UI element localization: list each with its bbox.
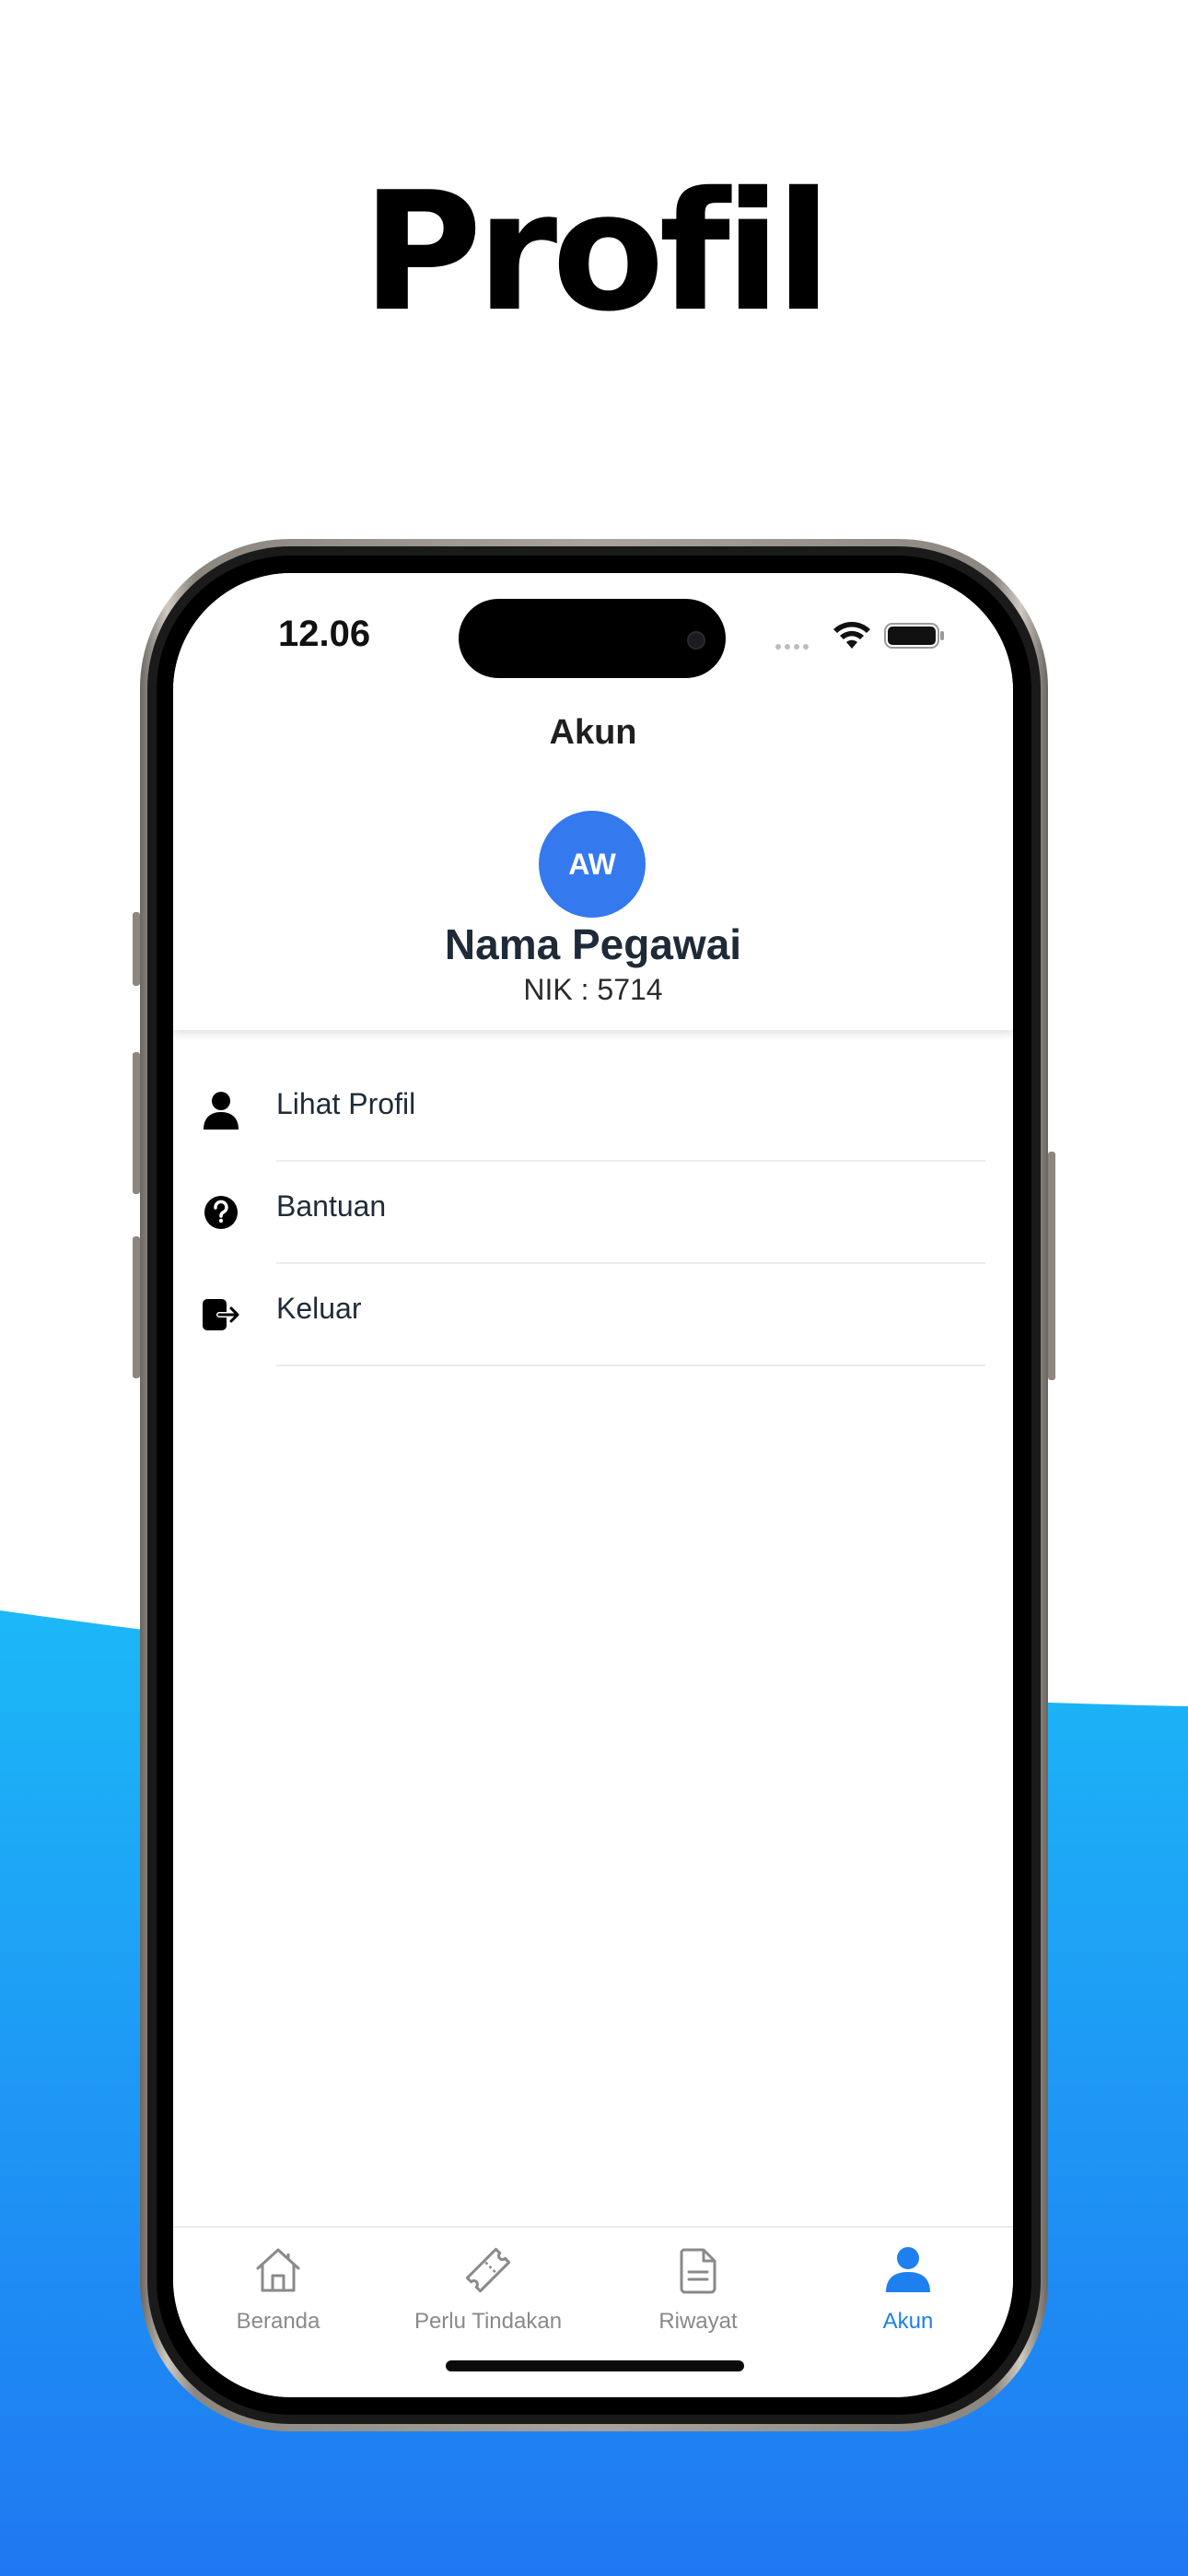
profile-header: 12.06 Akun AW Nama Pegawai NIK : 5714 xyxy=(173,573,1013,1030)
ticket-icon xyxy=(465,2247,511,2293)
tab-bar: Beranda Perlu Tindakan Riwayat Akun xyxy=(173,2226,1013,2397)
action-button xyxy=(133,912,140,986)
menu-item-label: Bantuan xyxy=(276,1189,387,1223)
person-icon xyxy=(886,2247,930,2292)
tab-riwayat[interactable]: Riwayat xyxy=(593,2228,803,2338)
wifi-icon xyxy=(833,622,870,649)
promo-title: Profil xyxy=(362,157,832,347)
status-time: 12.06 xyxy=(278,614,371,654)
volume-up-button xyxy=(133,1052,140,1194)
person-icon xyxy=(204,1092,239,1130)
power-button xyxy=(1048,1152,1055,1380)
home-indicator xyxy=(446,2360,744,2371)
camera-icon xyxy=(687,631,705,650)
tab-label: Perlu Tindakan xyxy=(413,2309,563,2334)
profile-nik: NIK : 5714 xyxy=(523,973,663,1006)
home-icon xyxy=(256,2248,300,2292)
tab-beranda[interactable]: Beranda xyxy=(173,2228,383,2338)
tab-label: Riwayat xyxy=(658,2309,738,2334)
question-circle-icon xyxy=(204,1196,238,1229)
battery-icon xyxy=(884,623,944,649)
profile-name: Nama Pegawai xyxy=(444,920,742,968)
account-menu: Lihat Profil Bantuan Keluar xyxy=(173,1060,1013,1366)
menu-item-label: Lihat Profil xyxy=(276,1087,416,1120)
cellular-signal-icon xyxy=(775,638,818,650)
tab-akun[interactable]: Akun xyxy=(803,2228,1013,2338)
dynamic-island xyxy=(459,599,726,678)
menu-item-label: Keluar xyxy=(276,1292,362,1325)
document-icon xyxy=(680,2248,716,2294)
menu-item-bantuan[interactable]: Bantuan xyxy=(173,1162,1013,1264)
menu-item-lihat-profil[interactable]: Lihat Profil xyxy=(173,1060,1013,1162)
tab-perlu-tindakan[interactable]: Perlu Tindakan xyxy=(383,2228,593,2338)
volume-down-button xyxy=(133,1236,140,1378)
menu-item-keluar[interactable]: Keluar xyxy=(173,1264,1013,1366)
tab-label: Beranda xyxy=(236,2309,320,2334)
tab-label: Akun xyxy=(882,2309,934,2334)
avatar: AW xyxy=(539,811,646,918)
logout-icon xyxy=(203,1299,240,1330)
phone-screen: 12.06 Akun AW Nama Pegawai NIK : 5714 Li… xyxy=(173,573,1013,2397)
divider xyxy=(276,1364,985,1366)
nav-title: Akun xyxy=(549,713,637,752)
